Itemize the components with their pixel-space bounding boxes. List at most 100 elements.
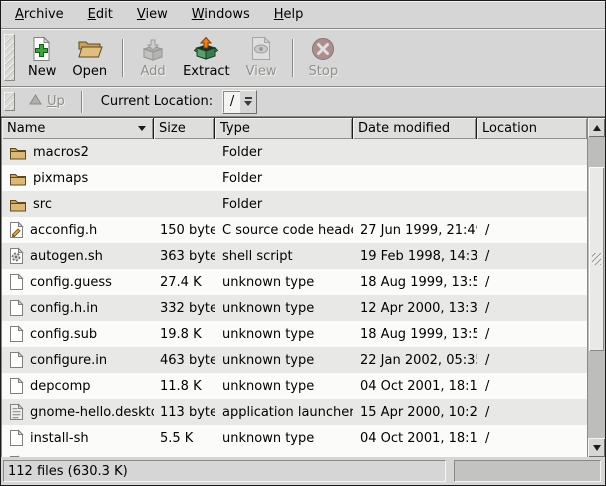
name-cell: autogen.sh (2, 243, 154, 269)
toolbar-separator (292, 39, 294, 77)
file-name: autogen.sh (30, 249, 103, 264)
menu-item-help[interactable]: Help (262, 7, 316, 22)
toolbar-separator (122, 39, 124, 77)
date-modified-cell (353, 191, 477, 217)
menu-item-edit[interactable]: Edit (76, 7, 125, 22)
status-bar: 112 files (630.3 K) (1, 457, 605, 485)
table-row[interactable]: pixmaps Folder (2, 165, 587, 191)
view-button: View (238, 32, 285, 83)
current-location-label: Current Location: (101, 94, 213, 109)
file-name: config.guess (30, 275, 112, 290)
new-button[interactable]: New (20, 32, 64, 83)
date-modified-cell: 15 Apr 2000, 10:21 (353, 399, 477, 425)
file-name: configure.in (30, 353, 107, 368)
size-cell: 463 bytes (154, 347, 215, 373)
type-cell: Folder (215, 165, 353, 191)
type-cell: unknown type (215, 295, 353, 321)
name-cell: config.h.in (2, 295, 154, 321)
combo-arrow-bar (245, 97, 252, 99)
table-row[interactable]: acconfig.h150 bytesC source code header2… (2, 217, 587, 243)
name-cell: depcomp (2, 373, 154, 399)
type-cell: unknown type (215, 425, 353, 451)
table-row[interactable]: install-sh5.5 Kunknown type04 Oct 2001, … (2, 425, 587, 451)
type-cell: application launcher (215, 399, 353, 425)
column-header-location[interactable]: Location (477, 118, 587, 139)
location-cell: / (477, 295, 587, 321)
document-icon (9, 273, 24, 291)
extract-icon (192, 35, 220, 63)
table-row[interactable]: srcFolder (2, 191, 587, 217)
table-row[interactable]: macros2 Folder (2, 139, 587, 165)
open-button[interactable]: Open (64, 32, 115, 83)
scroll-up-button[interactable] (588, 118, 605, 137)
toolbar: NewOpenAddExtractViewStop (1, 29, 605, 87)
location-cell (477, 165, 587, 191)
table-row[interactable]: gnome-hello.desktop113 bytesapplication … (2, 399, 587, 425)
file-name: gnome-hello.desktop (30, 405, 154, 420)
name-cell: acconfig.h (2, 217, 154, 243)
file-name: macros2 (33, 145, 89, 160)
archive-manager-window: ArchiveEditViewWindowsHelp NewOpenAddExt… (0, 0, 606, 486)
table-row[interactable]: depcomp11.8 Kunknown type04 Oct 2001, 18… (2, 373, 587, 399)
file-name: acconfig.h (30, 223, 97, 238)
size-cell: 113 bytes (154, 399, 215, 425)
add-files-icon (139, 35, 167, 63)
size-cell: 363 bytes (154, 243, 215, 269)
table-row[interactable]: autogen.sh363 bytesshell script19 Feb 19… (2, 243, 587, 269)
column-header-type[interactable]: Type (215, 118, 353, 139)
menu-item-archive[interactable]: Archive (3, 7, 76, 22)
scrollbar-thumb[interactable] (589, 167, 604, 351)
c-header-icon (9, 221, 24, 239)
date-modified-cell: 18 Aug 1999, 13:53 (353, 269, 477, 295)
date-modified-cell (353, 139, 477, 165)
location-combo-value[interactable]: / (223, 91, 240, 113)
progress-bar-trough (454, 460, 601, 482)
date-modified-cell: 12 Apr 2000, 13:36 (353, 295, 477, 321)
open-button-label: Open (72, 64, 107, 79)
up-button[interactable]: Up (20, 92, 74, 111)
location-combo[interactable]: / (222, 90, 257, 114)
column-header-date-modified[interactable]: Date modified (353, 118, 477, 139)
file-list-area: NameSizeTypeDate modified Location macros… (1, 117, 605, 457)
menu-item-view[interactable]: View (125, 7, 180, 22)
date-modified-cell: 04 Oct 2001, 18:12 (353, 425, 477, 451)
column-header-name[interactable]: Name (2, 118, 154, 139)
file-name: config.h.in (30, 301, 98, 316)
location-bar-separator (81, 91, 83, 113)
column-header-size[interactable]: Size (154, 118, 215, 139)
column-header-label: Location (482, 121, 537, 136)
add-button: Add (131, 32, 175, 83)
name-cell: config.sub (2, 321, 154, 347)
file-name: config.sub (30, 327, 97, 342)
file-name: pixmaps (33, 171, 88, 186)
location-bar-drag-handle[interactable] (4, 92, 15, 111)
table-body: macros2FolderpixmapsFoldersrcFolderaccon… (2, 139, 587, 457)
view-file-icon (249, 35, 273, 63)
location-cell: / (477, 269, 587, 295)
new-button-label: New (28, 64, 56, 79)
location-cell: / (477, 425, 587, 451)
location-cell: / (477, 399, 587, 425)
extract-button[interactable]: Extract (175, 32, 238, 83)
table-row[interactable]: config.sub19.8 Kunknown type18 Aug 1999,… (2, 321, 587, 347)
type-cell: Folder (215, 139, 353, 165)
table-row[interactable]: config.h.in332 bytesunknown type12 Apr 2… (2, 295, 587, 321)
size-cell (154, 165, 215, 191)
up-button-label: Up (47, 94, 65, 109)
scroll-down-button[interactable] (588, 438, 605, 457)
location-combo-dropdown-button[interactable] (240, 91, 256, 113)
location-cell: / (477, 243, 587, 269)
toolbar-drag-handle[interactable] (4, 34, 15, 81)
vertical-scrollbar[interactable] (587, 118, 605, 457)
document-icon (9, 429, 24, 447)
type-cell: Folder (215, 191, 353, 217)
menu-item-windows[interactable]: Windows (180, 7, 262, 22)
size-cell (154, 191, 215, 217)
document-icon (9, 299, 24, 317)
size-cell: 19.8 K (154, 321, 215, 347)
chevron-down-icon (244, 101, 252, 106)
add-button-label: Add (141, 64, 166, 79)
table-row[interactable]: configure.in463 bytesunknown type22 Jan … (2, 347, 587, 373)
table-row[interactable]: config.guess27.4 Kunknown type18 Aug 199… (2, 269, 587, 295)
document-icon (9, 351, 24, 369)
